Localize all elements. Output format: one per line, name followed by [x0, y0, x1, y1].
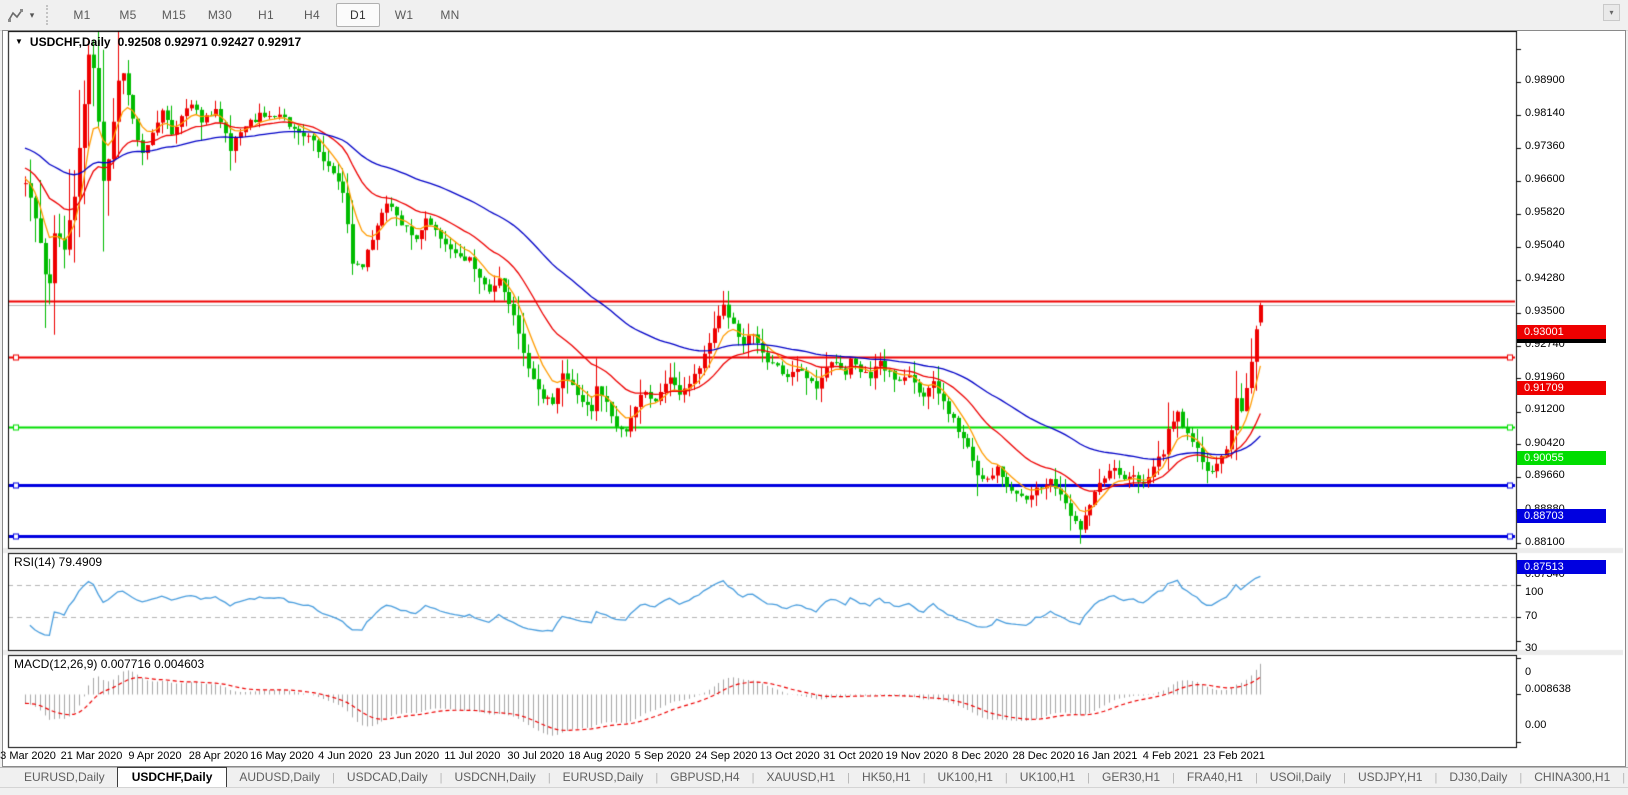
rsi-axis-tick: 100 — [1518, 585, 1628, 599]
chart-tab[interactable]: USDCAD,Daily — [335, 768, 440, 787]
timeframe-button-M1[interactable]: M1 — [60, 3, 104, 27]
timeframe-button-M30[interactable]: M30 — [198, 3, 242, 27]
timeframe-button-MN[interactable]: MN — [428, 3, 472, 27]
price-line-badge: 0.88703 — [1517, 509, 1606, 523]
price-axis-tick: 0.96600 — [1518, 172, 1628, 186]
date-axis-label: 30 Jul 2020 — [507, 750, 564, 764]
timeframe-button-W1[interactable]: W1 — [382, 3, 426, 27]
chart-tab[interactable]: USDJPY,H1 — [1346, 768, 1434, 787]
date-axis-label: 18 Aug 2020 — [568, 750, 630, 764]
date-axis-label: 19 Nov 2020 — [886, 750, 948, 764]
date-axis-label: 4 Feb 2021 — [1143, 750, 1199, 764]
timeframe-button-M5[interactable]: M5 — [106, 3, 150, 27]
chart-tab[interactable]: CHINA300,H1 — [1522, 768, 1622, 787]
timeframe-button-D1[interactable]: D1 — [336, 3, 380, 27]
line-studies-dropdown-icon[interactable]: ▾ — [26, 4, 38, 26]
line-studies-group: ▾ — [0, 4, 38, 26]
price-line-badge: 0.91709 — [1517, 381, 1606, 395]
date-axis-label: 16 Jan 2021 — [1077, 750, 1138, 764]
chart-window: ▼ USDCHF,Daily 0.92508 0.92971 0.92427 0… — [2, 30, 1626, 767]
chart-title: ▼ USDCHF,Daily 0.92508 0.92971 0.92427 0… — [15, 35, 301, 49]
price-axis-tick: 0.98900 — [1518, 73, 1628, 87]
chart-tab[interactable]: AUDUSD,Daily — [227, 768, 332, 787]
date-axis-label: 8 Dec 2020 — [952, 750, 1008, 764]
price-line-badge: 0.93001 — [1517, 325, 1606, 339]
chart-tab-active[interactable]: USDCHF,Daily — [117, 767, 228, 788]
price-axis-tick: 0.89660 — [1518, 468, 1628, 482]
date-axis-label: 5 Sep 2020 — [635, 750, 691, 764]
date-axis-label: 23 Feb 2021 — [1203, 750, 1265, 764]
rsi-axis-tick: 70 — [1518, 609, 1628, 623]
timeframe-button-H1[interactable]: H1 — [244, 3, 288, 27]
timeframe-button-M15[interactable]: M15 — [152, 3, 196, 27]
date-axis-label: 13 Oct 2020 — [760, 750, 820, 764]
date-axis-label: 31 Oct 2020 — [823, 750, 883, 764]
chart-tab[interactable]: GER30,H1 — [1090, 768, 1172, 787]
top-toolbar: ▾ M1M5M15M30H1H4D1W1MN ▾ — [0, 0, 1628, 31]
price-line-badge: 0.87513 — [1517, 560, 1606, 574]
price-axis-tick: 0.94280 — [1518, 271, 1628, 285]
chart-tab[interactable]: HK50,H1 — [850, 768, 923, 787]
timeframe-button-H4[interactable]: H4 — [290, 3, 334, 27]
date-axis-label: 3 Mar 2020 — [0, 750, 56, 764]
price-axis-tick: 0.98140 — [1518, 106, 1628, 120]
price-axis-tick: 0.95820 — [1518, 205, 1628, 219]
price-axis-tick: 0.90420 — [1518, 436, 1628, 450]
date-axis-label: 24 Sep 2020 — [695, 750, 757, 764]
date-axis-label: 4 Jun 2020 — [318, 750, 372, 764]
chart-tab[interactable]: DJ30,Daily — [1437, 768, 1519, 787]
chart-ohlc-readout: 0.92508 0.92971 0.92427 0.92917 — [118, 35, 302, 49]
price-axis-tick: 0.95040 — [1518, 238, 1628, 252]
chart-tab[interactable]: GBPUSD,H4 — [658, 768, 751, 787]
rsi-label: RSI(14) 79.4909 — [14, 555, 102, 569]
rsi-axis-tick: 0 — [1518, 665, 1628, 679]
chart-tab-bar: EURUSD,DailyUSDCHF,DailyAUDUSD,Daily|USD… — [0, 767, 1628, 787]
chart-tab[interactable]: EURUSD,Daily — [551, 768, 656, 787]
chart-tab[interactable]: UK100,H1 — [1008, 768, 1087, 787]
toolbar-overflow-button[interactable]: ▾ — [1603, 4, 1620, 21]
macd-axis-tick: 0.00 — [1518, 718, 1628, 732]
macd-axis-tick: 0.008638 — [1518, 682, 1628, 696]
timeframe-button-group: M1M5M15M30H1H4D1W1MN — [59, 3, 473, 27]
line-studies-icon[interactable] — [4, 4, 26, 26]
chart-tab[interactable]: USOil,Daily — [1258, 768, 1343, 787]
date-axis-label: 28 Dec 2020 — [1012, 750, 1074, 764]
price-chart-canvas[interactable] — [3, 31, 1623, 764]
price-line-badge: 0.90055 — [1517, 451, 1606, 465]
date-axis-label: 23 Jun 2020 — [379, 750, 440, 764]
chart-symbol-label: USDCHF,Daily — [30, 35, 111, 49]
chart-collapse-icon[interactable]: ▼ — [15, 37, 23, 46]
chart-tab[interactable]: USDCNH,Daily — [442, 768, 547, 787]
date-axis-label: 11 Jul 2020 — [444, 750, 500, 764]
chart-tab[interactable]: FRA40,H1 — [1175, 768, 1255, 787]
macd-label: MACD(12,26,9) 0.007716 0.004603 — [14, 657, 204, 671]
price-axis-tick: 0.88100 — [1518, 535, 1628, 549]
chart-tab[interactable]: EURUSD,Daily — [12, 768, 117, 787]
price-axis-tick: 0.93500 — [1518, 304, 1628, 318]
date-axis-label: 16 May 2020 — [250, 750, 314, 764]
date-axis-label: 9 Apr 2020 — [128, 750, 181, 764]
date-axis-label: 28 Apr 2020 — [189, 750, 248, 764]
date-axis-label: 21 Mar 2020 — [61, 750, 123, 764]
price-axis-tick: 0.91200 — [1518, 402, 1628, 416]
price-axis-tick: 0.97360 — [1518, 139, 1628, 153]
chart-tab[interactable]: XAUUSD,H1 — [754, 768, 847, 787]
chart-tab[interactable]: UK100,H1 — [926, 768, 1005, 787]
rsi-axis-tick: 30 — [1518, 641, 1628, 655]
toolbar-grip[interactable] — [46, 5, 53, 25]
